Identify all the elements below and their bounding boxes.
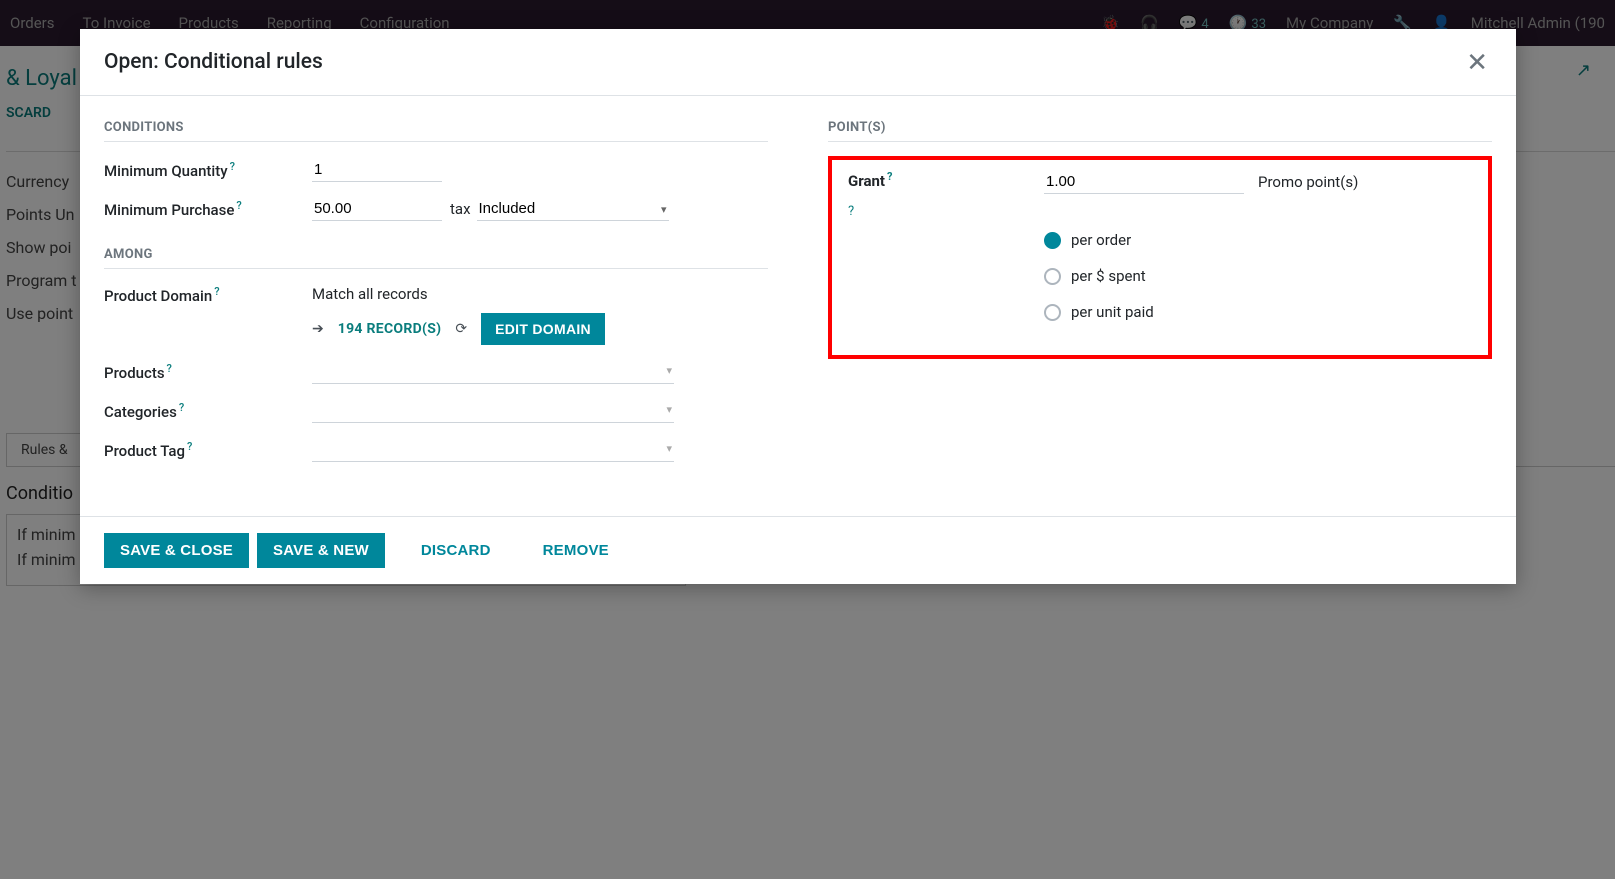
modal-title: Open: Conditional rules (104, 50, 323, 74)
radio-icon (1044, 232, 1061, 249)
tax-label: tax (450, 200, 471, 218)
help-icon[interactable]: ? (887, 170, 892, 183)
help-icon[interactable]: ? (179, 401, 184, 414)
right-column: POINT(S) Grant? ? Promo point(s) (828, 120, 1492, 486)
radio-icon (1044, 268, 1061, 285)
row-product-tag: Product Tag? (104, 438, 768, 462)
radio-per-unit[interactable]: per unit paid (1044, 303, 1472, 321)
discard-button[interactable]: DISCARD (405, 533, 507, 568)
radio-label: per order (1071, 231, 1131, 249)
grant-radio-group: per order per $ spent per unit paid (1044, 231, 1472, 321)
records-link[interactable]: 194 RECORD(S) (338, 321, 442, 337)
conditional-rules-modal: Open: Conditional rules ✕ CONDITIONS Min… (80, 29, 1516, 584)
close-button[interactable]: ✕ (1466, 49, 1488, 75)
section-among: AMONG (104, 247, 768, 269)
row-min-purchase: Minimum Purchase? tax (104, 197, 768, 221)
row-product-domain: Product Domain? Match all records ➔ 194 … (104, 285, 768, 345)
help-icon[interactable]: ? (236, 199, 241, 212)
domain-actions: ➔ 194 RECORD(S) ⟳ EDIT DOMAIN (312, 313, 605, 345)
tax-select[interactable] (477, 197, 669, 221)
remove-button[interactable]: REMOVE (527, 533, 625, 568)
edit-domain-button[interactable]: EDIT DOMAIN (481, 313, 605, 345)
left-column: CONDITIONS Minimum Quantity? Minimum Pur… (104, 120, 768, 486)
modal-footer: SAVE & CLOSE SAVE & NEW DISCARD REMOVE (80, 516, 1516, 584)
section-conditions: CONDITIONS (104, 120, 768, 142)
products-label: Products? (104, 362, 312, 382)
min-purchase-label: Minimum Purchase? (104, 199, 312, 219)
min-purchase-input[interactable] (312, 197, 442, 221)
row-grant: Grant? ? Promo point(s) (848, 170, 1472, 219)
row-categories: Categories? (104, 399, 768, 423)
min-qty-label: Minimum Quantity? (104, 160, 312, 180)
radio-icon (1044, 304, 1061, 321)
help-icon[interactable]: ? (848, 204, 1044, 219)
product-domain-label: Product Domain? (104, 285, 312, 305)
categories-select[interactable] (312, 399, 674, 423)
domain-match-text: Match all records (312, 285, 605, 303)
refresh-icon[interactable]: ⟳ (455, 321, 467, 337)
close-icon: ✕ (1466, 47, 1488, 77)
arrow-right-icon: ➔ (312, 321, 324, 337)
help-icon[interactable]: ? (187, 440, 192, 453)
radio-label: per $ spent (1071, 267, 1146, 285)
row-products: Products? (104, 360, 768, 384)
help-icon[interactable]: ? (214, 285, 219, 298)
radio-per-order[interactable]: per order (1044, 231, 1472, 249)
categories-label: Categories? (104, 401, 312, 421)
grant-highlight-box: Grant? ? Promo point(s) per order (828, 156, 1492, 359)
row-min-qty: Minimum Quantity? (104, 158, 768, 182)
products-select[interactable] (312, 360, 674, 384)
min-qty-input[interactable] (312, 158, 442, 182)
save-close-button[interactable]: SAVE & CLOSE (104, 533, 249, 568)
radio-label: per unit paid (1071, 303, 1154, 321)
grant-label: Grant? (848, 172, 892, 190)
radio-per-spent[interactable]: per $ spent (1044, 267, 1472, 285)
help-icon[interactable]: ? (167, 362, 172, 375)
product-tag-select[interactable] (312, 438, 674, 462)
save-new-button[interactable]: SAVE & NEW (257, 533, 385, 568)
grant-input[interactable] (1044, 170, 1244, 194)
section-points: POINT(S) (828, 120, 1492, 142)
modal-body: CONDITIONS Minimum Quantity? Minimum Pur… (80, 96, 1516, 516)
product-tag-label: Product Tag? (104, 440, 312, 460)
modal-header: Open: Conditional rules ✕ (80, 29, 1516, 96)
help-icon[interactable]: ? (230, 160, 235, 173)
grant-unit: Promo point(s) (1258, 173, 1358, 191)
